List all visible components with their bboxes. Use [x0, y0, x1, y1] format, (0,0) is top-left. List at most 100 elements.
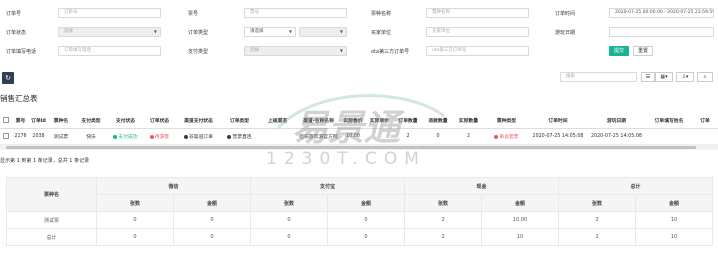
order-phone-label: 订单填写电话 [6, 49, 37, 55]
search-input[interactable]: 搜索 [560, 72, 637, 82]
cell-upper-channel [258, 128, 297, 145]
ota-no-input[interactable]: ota第三方订单号 [426, 46, 529, 56]
order-phone-input[interactable]: 订单填写电话 [58, 46, 161, 56]
cell-ticket-name: 测试票 [48, 128, 74, 145]
status-dot-icon [149, 134, 154, 139]
summary-sub-amount: 金额 [635, 194, 714, 212]
search-button[interactable]: ⌕ [697, 72, 713, 82]
cell-ticket-type: 单总套票 [484, 128, 529, 145]
order-time-input[interactable]: 2020-07-25 00:00:00 - 2020-07-25 23:59:5… [609, 8, 714, 18]
ota-no-label: ota第三方订单号 [371, 49, 410, 55]
order-status-label: 订单状态 [6, 30, 27, 36]
summary-cell: 10.00 [481, 211, 560, 229]
scrollbar-thumb[interactable] [6, 146, 696, 149]
summary-cell: 0 [96, 228, 174, 246]
col-refund-qty[interactable]: 退款数量 [423, 112, 453, 129]
table-header-row: 票号 订单id 票种名 支付类型 支付状态 订单状态 渠道支付状态 订单类型 上… [0, 112, 718, 129]
summary-cell: 0 [327, 228, 406, 246]
export-button[interactable]: ⇩▾ [676, 72, 694, 82]
col-order-status[interactable]: 订单状态 [143, 112, 176, 129]
summary-cell: 0 [96, 211, 174, 229]
summary-sub-amount: 金额 [481, 194, 560, 212]
col-order-time[interactable]: 订单时间 [529, 112, 587, 129]
status-dot-icon [113, 134, 118, 139]
summary-cell: 2 [558, 228, 637, 246]
col-ticket-type[interactable]: 票种类型 [484, 112, 529, 129]
query-button[interactable]: 提交 [609, 46, 629, 56]
ticket-name-input[interactable]: 票种名称 [426, 8, 529, 18]
col-channel-name[interactable]: 渠道-名称名称 [297, 112, 340, 129]
summary-cell: 0 [172, 211, 252, 229]
summary-cell-name: 测试票 [6, 211, 97, 229]
cell-channel-name: 吃乐旅欢游官方网 [297, 128, 340, 145]
watermark-sub-text: 1230T.COM [266, 149, 426, 169]
summary-cell: 10 [481, 228, 560, 246]
pay-type-select[interactable]: 选择 ▼ [244, 46, 347, 56]
row-checkbox[interactable] [0, 128, 12, 145]
col-unit-price[interactable]: 实际单价 [366, 112, 393, 129]
list-view-button[interactable]: ☰ [641, 72, 655, 82]
play-date-input[interactable] [609, 27, 714, 37]
cell-pay-status: 支付成功 [108, 128, 143, 145]
search-icon: ⌕ [703, 74, 707, 80]
summary-group-row: 票种名 微信 支付宝 现金 总计 [6, 177, 714, 212]
table-row[interactable]: 2176 2038 测试票 快乐 支付成功 待游客 非渠道订单 普票直连 吃乐旅… [0, 128, 718, 145]
order-no-input[interactable]: 订单号 [58, 8, 161, 18]
summary-group-alipay: 支付宝 [250, 177, 406, 195]
col-upper-channel[interactable]: 上级渠道 [258, 112, 297, 129]
play-date-label: 游玩日期 [555, 30, 576, 36]
col-order-kind[interactable]: 订单类型 [221, 112, 258, 129]
list-icon: ☰ [645, 74, 651, 80]
columns-icon: ▦▾ [660, 74, 668, 80]
col-pay-type[interactable]: 支付类型 [74, 112, 108, 129]
cell-channel-pay-status: 非渠道订单 [176, 128, 221, 145]
ticket-name-label: 票种名称 [371, 11, 392, 17]
col-extra[interactable]: 订单 [692, 112, 718, 129]
col-orderer-name[interactable]: 订单填写姓名 [646, 112, 692, 129]
buyer-input[interactable]: 买家单位 [426, 27, 529, 37]
columns-button[interactable]: ▦▾ [655, 72, 673, 82]
col-play-date[interactable]: 游玩日期 [587, 112, 646, 129]
col-actual-qty[interactable]: 实际数量 [453, 112, 484, 129]
order-no-label: 订单号 [6, 11, 22, 17]
cell-order-id: 2038 [29, 128, 48, 145]
cell-pay-type: 快乐 [74, 128, 108, 145]
col-ticket-name[interactable]: 票种名 [48, 112, 74, 129]
col-channel-pay-status[interactable]: 渠道支付状态 [176, 112, 221, 129]
cell-play-date: 2020-07-25 14:05:08 [587, 128, 646, 145]
reset-button[interactable]: 重置 [633, 46, 653, 56]
order-type-select[interactable]: 请选择 ▼ [244, 27, 296, 37]
cell-extra [692, 128, 718, 145]
col-order-qty[interactable]: 订单数量 [393, 112, 423, 129]
col-pay-status[interactable]: 支付状态 [108, 112, 143, 129]
cell-order-qty: 2 [393, 128, 423, 145]
summary-group-cash: 现金 [404, 177, 560, 195]
summary-cell: 2 [558, 211, 637, 229]
summary-cell: 0 [172, 228, 252, 246]
chevron-down-icon: ▼ [339, 29, 343, 34]
page-title: 销售汇总表 [0, 94, 38, 103]
summary-cell: 0 [250, 211, 329, 229]
summary-sub-amount: 金额 [327, 194, 406, 212]
col-ticket-no[interactable]: 票号 [12, 112, 29, 129]
summary-cell: 2 [404, 228, 483, 246]
summary-cell: 0 [250, 228, 329, 246]
status-dot-icon [494, 134, 499, 139]
ticket-no-input[interactable]: 票号 [244, 8, 347, 18]
summary-sub-count: 张数 [96, 194, 174, 212]
summary-cell: 0 [327, 211, 406, 229]
summary-cell: 2 [404, 211, 483, 229]
order-time-label: 订单时间 [555, 11, 576, 17]
select-all-checkbox[interactable] [0, 112, 12, 129]
summary-row: 测试票 0 0 0 0 2 10.00 2 10 [6, 211, 714, 229]
summary-cell: 10 [635, 211, 714, 229]
horizontal-scrollbar[interactable] [0, 145, 718, 150]
col-order-id[interactable]: 订单id [29, 112, 48, 129]
col-actual-price[interactable]: 实际售价 [340, 112, 366, 129]
refresh-button[interactable]: ↻ [2, 72, 14, 84]
status-dot-icon [227, 134, 232, 139]
chevron-down-icon: ▼ [339, 48, 343, 53]
order-status-select[interactable]: 选择 ▼ [58, 27, 161, 37]
cell-order-status: 待游客 [143, 128, 176, 145]
order-subtype-select[interactable]: ▼ [299, 27, 347, 37]
